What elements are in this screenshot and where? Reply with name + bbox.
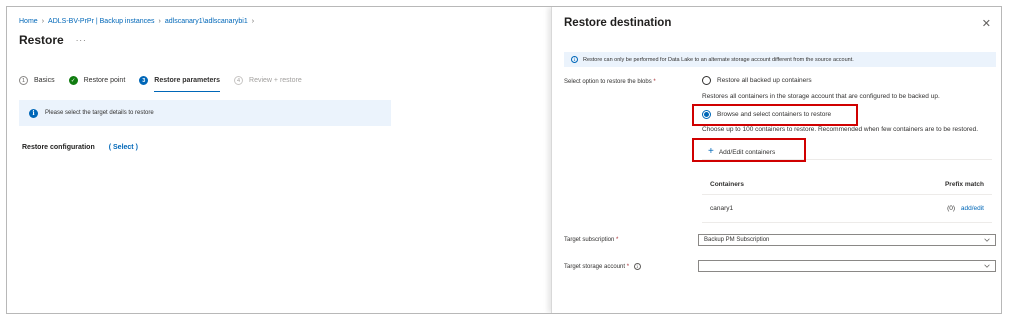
radio-restore-all-label: Restore all backed up containers	[717, 77, 812, 84]
restore-destination-panel: Restore destination ✕ i Restore can only…	[551, 7, 1001, 313]
select-option-label-text: Select option to restore the blobs	[564, 79, 652, 85]
checkmark-icon: ✓	[68, 76, 78, 85]
more-options-icon[interactable]: ···	[76, 36, 87, 45]
page-title-text: Restore	[19, 33, 64, 47]
restore-configuration: Restore configuration ( Select )	[22, 144, 138, 151]
required-marker: *	[616, 237, 619, 243]
browse-select-description: Choose up to 100 containers to restore. …	[702, 126, 979, 133]
step-number-icon: 3	[139, 76, 149, 85]
restore-wizard: Home › ADLS-BV-PrPr | Backup instances ›…	[7, 7, 552, 313]
breadcrumb-instance[interactable]: adlscanary1\adlscanarybi1	[165, 18, 248, 25]
panel-info-text: Restore can only be performed for Data L…	[583, 56, 854, 63]
breadcrumb: Home › ADLS-BV-PrPr | Backup instances ›…	[19, 18, 258, 25]
tab-restore-point[interactable]: ✓ Restore point	[68, 76, 126, 89]
select-option-label: Select option to restore the blobs *	[564, 79, 656, 85]
info-icon: i	[571, 56, 578, 63]
target-subscription-label: Target subscription *	[564, 237, 618, 243]
panel-info-banner: i Restore can only be performed for Data…	[564, 52, 996, 67]
tab-restore-parameters[interactable]: 3 Restore parameters	[139, 76, 221, 92]
target-storage-label: Target storage account * i	[564, 263, 641, 270]
close-icon[interactable]: ✕	[982, 17, 991, 30]
restore-all-description: Restores all containers in the storage a…	[702, 93, 940, 100]
radio-button-selected-icon[interactable]	[702, 110, 711, 119]
target-subscription-label-text: Target subscription	[564, 237, 615, 243]
radio-button-icon[interactable]	[702, 76, 711, 85]
breadcrumb-home[interactable]: Home	[19, 18, 38, 25]
breadcrumb-backup-instances[interactable]: ADLS-BV-PrPr | Backup instances	[48, 18, 154, 25]
radio-browse-select-label: Browse and select containers to restore	[717, 111, 832, 118]
chevron-down-icon	[984, 238, 990, 242]
container-name: canary1	[710, 205, 734, 212]
target-subscription-dropdown[interactable]: Backup PM Subscription	[698, 234, 996, 246]
table-row: canary1 (0) add/edit	[702, 195, 992, 223]
required-marker: *	[653, 79, 656, 85]
containers-table: Containers Prefix match canary1 (0) add/…	[702, 175, 992, 223]
page-title: Restore ···	[19, 33, 87, 47]
step-number-icon: 1	[19, 76, 28, 85]
chevron-right-icon: ›	[158, 18, 161, 25]
add-edit-prefix-link[interactable]: add/edit	[961, 205, 984, 212]
step-number-icon: 4	[234, 76, 244, 85]
step-label: Restore parameters	[154, 77, 221, 84]
required-marker: *	[626, 264, 630, 271]
plus-icon: +	[708, 146, 714, 157]
prefix-count: (0)	[947, 205, 956, 212]
target-storage-label-text: Target storage account	[564, 264, 626, 271]
table-header: Containers Prefix match	[702, 175, 992, 195]
add-edit-containers-button[interactable]: + Add/Edit containers	[700, 142, 800, 162]
tab-review-restore[interactable]: 4 Review + restore	[234, 76, 302, 89]
info-banner-text: Please select the target details to rest…	[45, 110, 154, 116]
radio-browse-select[interactable]: Browse and select containers to restore	[702, 110, 831, 119]
step-label: Basics	[34, 77, 55, 84]
select-link[interactable]: ( Select )	[109, 144, 138, 151]
add-edit-containers-label: Add/Edit containers	[718, 148, 776, 156]
target-storage-dropdown[interactable]	[698, 260, 996, 272]
chevron-down-icon	[984, 264, 990, 268]
wizard-steps: 1 Basics ✓ Restore point 3 Restore param…	[19, 76, 316, 92]
prefix-match-cell: (0) add/edit	[947, 205, 984, 212]
restore-configuration-label: Restore configuration	[22, 144, 95, 151]
chevron-right-icon: ›	[251, 18, 255, 25]
target-subscription-value: Backup PM Subscription	[704, 237, 770, 243]
step-label: Restore point	[83, 77, 126, 84]
chevron-right-icon: ›	[41, 18, 45, 25]
column-header-prefix-match: Prefix match	[944, 181, 984, 188]
info-banner: i Please select the target details to re…	[19, 100, 391, 126]
column-header-containers: Containers	[710, 181, 744, 188]
radio-restore-all[interactable]: Restore all backed up containers	[702, 76, 812, 85]
info-icon: i	[29, 108, 38, 118]
info-tooltip-icon[interactable]: i	[633, 263, 641, 270]
tab-basics[interactable]: 1 Basics	[19, 76, 55, 89]
panel-title: Restore destination	[564, 17, 672, 29]
app-frame: Home › ADLS-BV-PrPr | Backup instances ›…	[6, 6, 1002, 314]
step-label: Review + restore	[249, 77, 302, 84]
